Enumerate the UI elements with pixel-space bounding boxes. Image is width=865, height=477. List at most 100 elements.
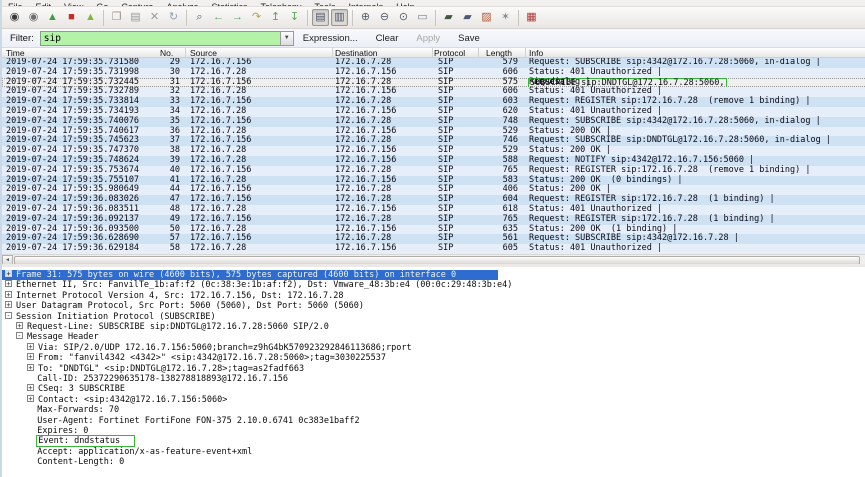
indent-spacer xyxy=(27,405,37,415)
indent-spacer xyxy=(27,374,37,384)
column-divider[interactable] xyxy=(185,48,186,58)
horizontal-scrollbar[interactable]: ◄ xyxy=(2,254,865,264)
column-divider[interactable] xyxy=(332,48,333,58)
coloring-rules-icon[interactable]: ▨ xyxy=(478,9,495,26)
expand-icon[interactable]: + xyxy=(5,270,12,277)
filter-input[interactable]: sip xyxy=(40,31,280,46)
column-divider[interactable] xyxy=(525,48,526,58)
help-icon[interactable]: ▦ xyxy=(523,9,540,26)
filter-dropdown-button[interactable]: ▼ xyxy=(280,31,294,46)
detail-line[interactable]: Accept: application/x-as-feature-event+x… xyxy=(2,447,252,457)
list-interfaces-icon[interactable]: ◉ xyxy=(6,9,23,26)
detail-line[interactable]: +Frame 31: 575 bytes on wire (4600 bits)… xyxy=(2,270,498,280)
detail-line[interactable]: + User Datagram Protocol, Src Port: 5060 … xyxy=(2,301,364,311)
collapse-icon[interactable]: - xyxy=(16,332,23,339)
packet-details-pane: +Frame 31: 575 bytes on wire (4600 bits)… xyxy=(2,267,865,477)
column-header-time[interactable]: Time xyxy=(6,48,25,58)
filter-value: sip xyxy=(44,33,61,44)
detail-text-highlight-box: Event: dndstatus xyxy=(36,435,135,447)
open-file-icon[interactable]: ❐ xyxy=(108,9,125,26)
start-capture-icon[interactable]: ▲ xyxy=(44,9,61,26)
expand-icon[interactable]: + xyxy=(5,280,12,287)
detail-line[interactable]: Event: dndstatus xyxy=(2,436,135,446)
cell-destination: 172.16.7.156 xyxy=(335,244,396,254)
go-bottom-icon[interactable]: ↧ xyxy=(286,9,303,26)
go-to-packet-icon[interactable]: ↷ xyxy=(248,9,265,26)
detail-text: Internet Protocol Version 4, Src: 172.16… xyxy=(16,291,344,301)
column-header-length[interactable]: Length xyxy=(486,48,512,58)
clear-button[interactable]: Clear xyxy=(376,33,399,44)
cell-protocol: SIP xyxy=(438,244,453,254)
column-header-protocol[interactable]: Protocol xyxy=(434,48,465,58)
column-divider[interactable] xyxy=(478,48,479,58)
collapse-icon[interactable]: - xyxy=(5,312,12,319)
expand-icon[interactable]: + xyxy=(5,291,12,298)
wireshark-window: FileEditViewGoCaptureAnalyzeStatisticsTe… xyxy=(0,0,865,477)
expand-icon[interactable]: + xyxy=(27,364,34,371)
detail-line[interactable]: Call-ID: 25372290635178-138278818893@172… xyxy=(2,374,288,384)
column-header-info[interactable]: Info xyxy=(529,48,543,58)
detail-text: User-Agent: Fortinet FortiFone FON-375 2… xyxy=(37,416,359,426)
detail-text: Message Header xyxy=(27,332,99,342)
preferences-icon[interactable]: ✶ xyxy=(497,9,514,26)
go-back-icon[interactable]: ← xyxy=(210,9,227,26)
zoom-in-icon[interactable]: ⊕ xyxy=(357,9,374,26)
packet-list-header: Time No. Source Destination Protocol Length In… xyxy=(2,48,865,58)
detail-line[interactable]: +Contact: <sip:4342@172.16.7.156:5060> xyxy=(2,395,227,405)
apply-button[interactable]: Apply xyxy=(416,33,440,44)
detail-line[interactable]: -Session Initiation Protocol (SUBSCRIBE) xyxy=(2,312,216,322)
toolbar-separator xyxy=(103,10,104,26)
detail-text: Accept: application/x-as-feature-event+x… xyxy=(37,447,252,457)
restart-capture-icon[interactable]: ▲ xyxy=(82,9,99,26)
detail-line[interactable]: + Request-Line: SUBSCRIBE sip:DNDTGL@172.… xyxy=(2,322,329,332)
capture-filters-icon[interactable]: ▰ xyxy=(440,9,457,26)
detail-line[interactable]: -Message Header xyxy=(2,332,99,342)
go-forward-icon[interactable]: → xyxy=(229,9,246,26)
zoom-out-icon[interactable]: ⊖ xyxy=(376,9,393,26)
detail-text: Content-Length: 0 xyxy=(37,457,124,467)
detail-line[interactable]: Max-Forwards: 70 xyxy=(2,405,119,415)
save-file-icon[interactable]: ▤ xyxy=(127,9,144,26)
column-header-destination[interactable]: Destination xyxy=(335,48,378,58)
expand-icon[interactable]: + xyxy=(16,322,23,329)
display-filters-icon[interactable]: ▰ xyxy=(459,9,476,26)
detail-text: CSeq: 3 SUBSCRIBE xyxy=(38,384,125,394)
packet-row-58[interactable]: 2019-07-24 17:59:36.62918458172.16.7.281… xyxy=(2,244,865,254)
expand-icon[interactable]: + xyxy=(27,353,34,360)
resize-columns-icon[interactable]: ▭ xyxy=(414,9,431,26)
detail-line[interactable]: Content-Length: 0 xyxy=(2,457,124,467)
expand-icon[interactable]: + xyxy=(27,343,34,350)
column-divider[interactable] xyxy=(432,48,433,58)
detail-line[interactable]: +To: "DNDTGL" <sip:DNDTGL@172.16.7.28>;t… xyxy=(2,364,304,374)
expand-icon[interactable]: + xyxy=(27,384,34,391)
find-packet-icon[interactable]: ⌕ xyxy=(191,9,208,26)
capture-options-icon[interactable]: ◉ xyxy=(25,9,42,26)
detail-line[interactable]: +Ethernet II, Src: FanvilTe_1b:af:f2 (0c… xyxy=(2,280,512,290)
expand-icon[interactable]: + xyxy=(5,301,12,308)
zoom-100-icon[interactable]: ⊙ xyxy=(395,9,412,26)
menu-bar: FileEditViewGoCaptureAnalyzeStatisticsTe… xyxy=(2,0,865,7)
detail-line[interactable]: + Internet Protocol Version 4, Src: 172.1… xyxy=(2,291,344,301)
auto-scroll-icon[interactable]: ▥ xyxy=(331,9,348,26)
colorize-list-icon[interactable]: ▤ xyxy=(312,9,329,26)
expression-button[interactable]: Expression... xyxy=(303,33,358,44)
stop-capture-icon[interactable]: ■ xyxy=(63,9,80,26)
detail-text: Request-Line: SUBSCRIBE sip:DNDTGL@172.1… xyxy=(27,322,329,332)
detail-line[interactable]: + CSeq: 3 SUBSCRIBE xyxy=(2,384,125,394)
reload-icon[interactable]: ↻ xyxy=(165,9,182,26)
go-top-icon[interactable]: ↥ xyxy=(267,9,284,26)
column-header-no[interactable]: No. xyxy=(160,48,173,58)
save-button[interactable]: Save xyxy=(458,33,480,44)
packet-list: 2019-07-24 17:59:35.73158029172.16.7.156… xyxy=(2,58,865,254)
detail-line[interactable]: +Via: SIP/2.0/UDP 172.16.7.156:5060;bran… xyxy=(2,343,412,353)
toolbar-separator xyxy=(307,10,308,26)
detail-line[interactable]: User-Agent: Fortinet FortiFone FON-375 2… xyxy=(2,416,360,426)
detail-text: User Datagram Protocol, Src Port: 5060 (… xyxy=(16,301,364,311)
detail-text: From: "fanvil4342 <4342>" <sip:4342@172.… xyxy=(38,353,386,363)
close-file-icon[interactable]: ✕ xyxy=(146,9,163,26)
expand-icon[interactable]: + xyxy=(27,395,34,402)
detail-line[interactable]: + From: "fanvil4342 <4342>" <sip:4342@172… xyxy=(2,353,386,363)
filter-toolbar: Filter: sip ▼ Expression... Clear Apply … xyxy=(2,29,865,48)
column-header-source[interactable]: Source xyxy=(190,48,217,58)
toolbar-separator xyxy=(518,10,519,26)
